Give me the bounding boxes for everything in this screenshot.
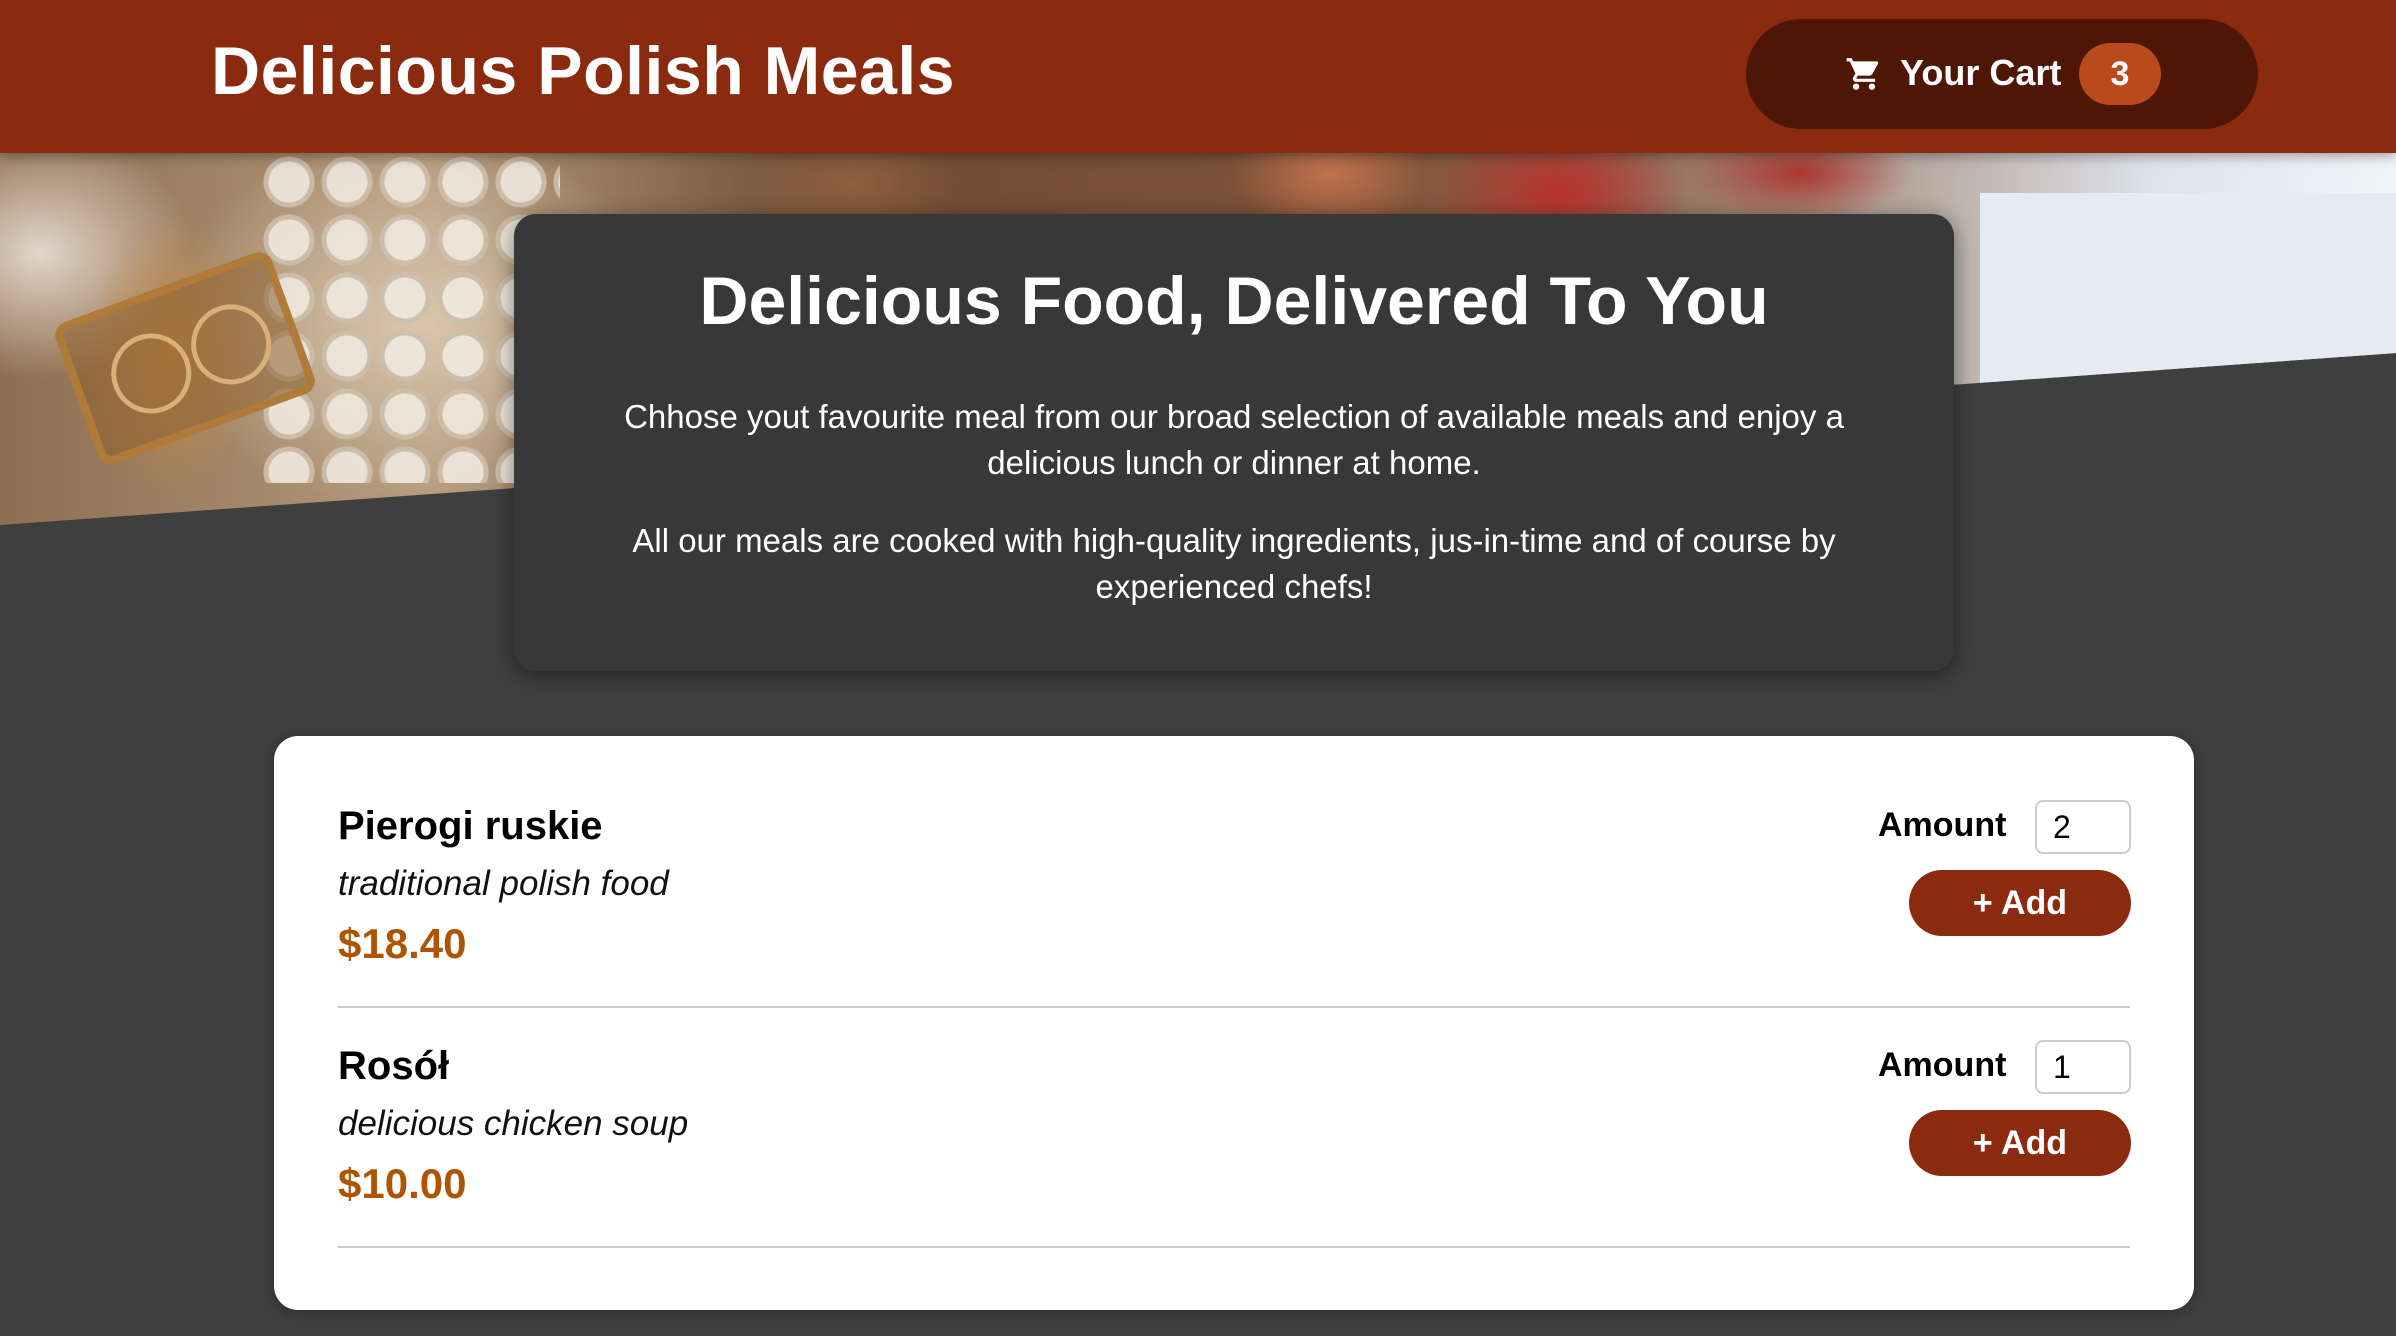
cart-button[interactable]: Your Cart 3: [1746, 19, 2258, 129]
meal-description: delicious chicken soup: [338, 1104, 689, 1143]
add-to-cart-button[interactable]: + Add: [1909, 870, 2131, 936]
meal-price: $18.40: [338, 920, 467, 967]
hero-paragraph-2: All our meals are cooked with high-quali…: [632, 522, 1836, 605]
meal-item: Pierogi ruskie traditional polish food $…: [338, 736, 2131, 1008]
amount-input[interactable]: [2035, 1040, 2131, 1094]
amount-input[interactable]: [2035, 800, 2131, 854]
meals-list-card: Pierogi ruskie traditional polish food $…: [274, 736, 2194, 1310]
add-to-cart-button[interactable]: + Add: [1909, 1110, 2131, 1176]
meal-price: $10.00: [338, 1160, 467, 1207]
amount-label: Amount: [1878, 1046, 2007, 1084]
cart-label: Your Cart: [1900, 52, 2062, 93]
banner-napkin: [1980, 193, 2396, 393]
amount-label: Amount: [1878, 806, 2007, 844]
cart-count-badge: 3: [2079, 43, 2161, 105]
meal-name: Pierogi ruskie: [338, 804, 603, 848]
meal-name: Rosół: [338, 1044, 450, 1088]
meal-item: Rosół delicious chicken soup $10.00 Amou…: [338, 1008, 2131, 1248]
hero-paragraph-1: Chhose yout favourite meal from our broa…: [624, 398, 1844, 481]
shopping-cart-icon: [1846, 58, 1879, 90]
hero-summary-card: Delicious Food, Delivered To You Chhose …: [514, 214, 1954, 671]
app-header: Delicious Polish Meals Your Cart 3: [0, 0, 2396, 153]
hero-title: Delicious Food, Delivered To You: [699, 263, 1769, 339]
app-title: Delicious Polish Meals: [211, 33, 956, 109]
meal-description: traditional polish food: [338, 864, 669, 903]
